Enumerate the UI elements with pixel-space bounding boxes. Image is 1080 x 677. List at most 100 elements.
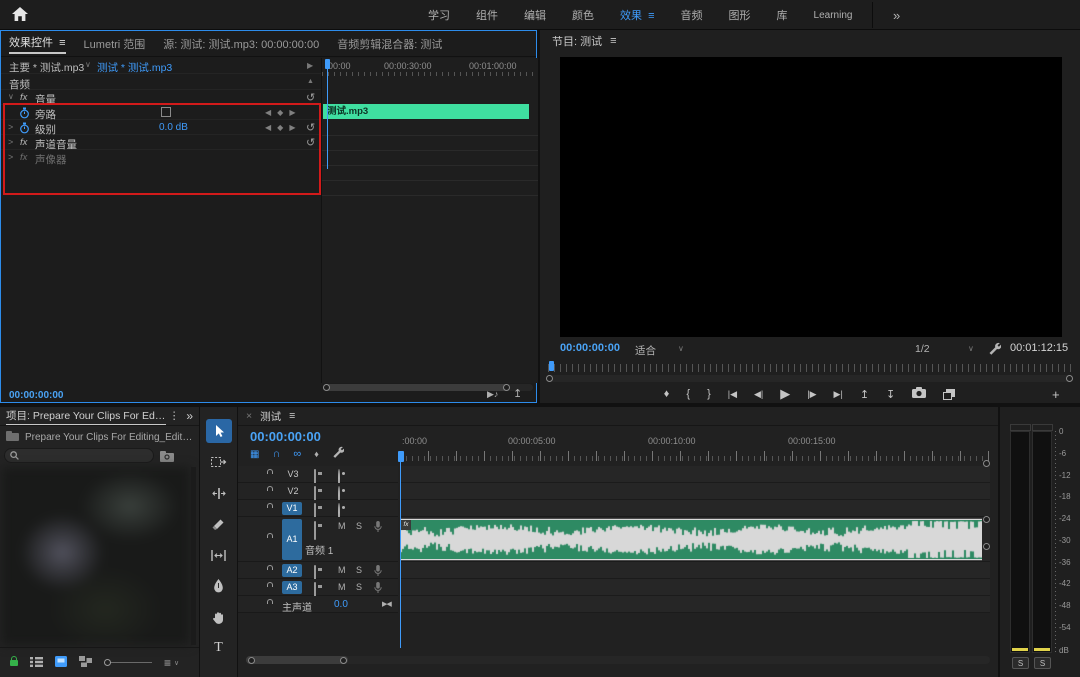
export-icon[interactable]: ↥ bbox=[513, 387, 522, 400]
sort-icon[interactable]: ≡ bbox=[164, 656, 171, 670]
kf-next-icon[interactable]: ▶ bbox=[289, 123, 301, 132]
tab-sequence[interactable]: 测试 bbox=[260, 409, 281, 424]
program-scroll-knob-right[interactable] bbox=[1066, 375, 1073, 382]
workspace-tab-assembly[interactable]: 组件 bbox=[476, 7, 498, 23]
button-editor-plus[interactable]: + bbox=[1052, 387, 1060, 402]
twirl-closed-icon[interactable]: > bbox=[8, 122, 13, 132]
voiceover-mic-icon[interactable] bbox=[374, 520, 382, 538]
mute-button[interactable]: M bbox=[338, 582, 346, 592]
workspace-tab-effects[interactable]: 效果 ≡ bbox=[620, 7, 655, 23]
audio-section-row[interactable]: 音频 ▲ bbox=[1, 76, 321, 91]
sort-control[interactable]: ≡ ∨ bbox=[164, 656, 179, 670]
kf-prev-icon[interactable]: ◀ bbox=[265, 108, 277, 117]
mark-out-icon[interactable]: } bbox=[707, 388, 711, 400]
linked-clip-link[interactable]: 测试 * 测试.mp3 bbox=[97, 60, 172, 75]
keyframe-nav[interactable]: ◀◆▶ bbox=[265, 108, 301, 117]
settings-wrench-icon[interactable] bbox=[988, 342, 1002, 360]
ripple-edit-tool[interactable] bbox=[206, 481, 232, 505]
ec-mini-clip[interactable]: 测试.mp3 bbox=[323, 104, 529, 119]
step-forward-icon[interactable]: |▶ bbox=[807, 389, 816, 400]
twirl-closed-icon[interactable]: > bbox=[8, 137, 13, 147]
kebab-icon[interactable]: ⋮ bbox=[169, 410, 180, 422]
ec-scroll-knob-left[interactable] bbox=[323, 384, 330, 391]
tab-audio-clip-mixer[interactable]: 音频剪辑混合器: 测试 bbox=[337, 36, 442, 52]
track-header-a3[interactable]: A3 M S bbox=[238, 579, 398, 601]
mute-button[interactable]: M bbox=[338, 521, 346, 531]
timeline-settings-wrench-icon[interactable] bbox=[332, 445, 345, 463]
close-tab-icon[interactable]: × bbox=[246, 410, 252, 422]
solo-button[interactable]: S bbox=[356, 565, 362, 575]
track-header-a2[interactable]: A2 M S bbox=[238, 562, 398, 584]
track-badge-a1[interactable]: A1 bbox=[282, 519, 302, 560]
timeline-hscrollbar-thumb[interactable] bbox=[246, 656, 348, 664]
level-param-row[interactable]: > 级别 0.0 dB ◀◆▶ ↺ bbox=[1, 121, 321, 137]
workspace-tab-color[interactable]: 颜色 bbox=[572, 7, 594, 23]
track-name-a1[interactable]: 音频 1 bbox=[305, 542, 333, 557]
master-clip-label[interactable]: 主要 * 测试.mp3 bbox=[9, 60, 84, 75]
timeline-scroll-knob-left[interactable] bbox=[248, 656, 255, 664]
meter-solo-right-button[interactable]: S bbox=[1034, 657, 1051, 669]
program-ruler[interactable] bbox=[548, 364, 1072, 372]
audio-clip-a1[interactable]: fx bbox=[400, 518, 982, 561]
track-header-a1[interactable]: A1 M S 音频 1 bbox=[238, 517, 398, 562]
tab-program[interactable]: 节目: 测试 bbox=[552, 33, 602, 49]
ec-ruler-ticks[interactable] bbox=[322, 72, 538, 76]
track-lane-v2[interactable] bbox=[400, 483, 990, 500]
workspace-tab-learn[interactable]: 学习 bbox=[428, 7, 450, 23]
master-volume-value[interactable]: 0.0 bbox=[334, 599, 348, 610]
step-back-icon[interactable]: ◀| bbox=[754, 389, 763, 400]
compare-view-icon[interactable] bbox=[943, 388, 956, 400]
track-select-forward-tool[interactable] bbox=[206, 450, 232, 474]
kf-add-icon[interactable]: ◆ bbox=[277, 108, 289, 117]
chevron-down-icon[interactable]: ∨ bbox=[85, 60, 91, 69]
workspace-tab-learning-en[interactable]: Learning bbox=[814, 10, 853, 21]
program-hscrollbar[interactable] bbox=[546, 375, 1073, 382]
mark-in-icon[interactable]: { bbox=[686, 388, 690, 400]
stopwatch-icon[interactable] bbox=[19, 107, 30, 122]
ec-hscrollbar-thumb[interactable] bbox=[323, 384, 509, 391]
track-height-knob[interactable] bbox=[983, 543, 990, 550]
lift-icon[interactable]: ↥ bbox=[860, 388, 869, 401]
panel-overflow-icon[interactable]: » bbox=[186, 409, 193, 423]
workspace-tab-audio[interactable]: 音频 bbox=[681, 7, 703, 23]
play-button-icon[interactable]: ▶ bbox=[780, 386, 790, 402]
kf-prev-icon[interactable]: ◀ bbox=[265, 123, 277, 132]
reset-icon[interactable]: ↺ bbox=[306, 136, 315, 149]
panel-menu-icon[interactable]: ≡ bbox=[59, 37, 65, 49]
solo-button[interactable]: S bbox=[356, 521, 362, 531]
timeline-ruler[interactable]: :00:00 00:00:05:00 00:00:10:00 00:00:15:… bbox=[400, 432, 990, 463]
kf-next-icon[interactable]: ▶ bbox=[289, 108, 301, 117]
home-icon[interactable] bbox=[12, 7, 28, 27]
razor-tool[interactable] bbox=[206, 512, 232, 536]
nest-insert-icon[interactable]: ▦ bbox=[250, 449, 259, 460]
track-header-v3[interactable]: V3 bbox=[238, 466, 398, 488]
track-badge-v1[interactable]: V1 bbox=[282, 502, 302, 515]
tab-source-monitor[interactable]: 源: 测试: 测试.mp3: 00:00:00:00 bbox=[163, 36, 319, 52]
twirl-open-icon[interactable]: ∨ bbox=[8, 92, 14, 101]
hand-tool[interactable] bbox=[206, 605, 232, 629]
kf-add-icon[interactable]: ◆ bbox=[277, 123, 289, 132]
zoom-slider-track[interactable] bbox=[104, 661, 152, 663]
track-badge-a3[interactable]: A3 bbox=[282, 581, 302, 594]
zoom-slider[interactable] bbox=[104, 658, 152, 668]
ec-hscrollbar-track[interactable] bbox=[323, 384, 533, 391]
collapse-icon[interactable]: ▲ bbox=[307, 78, 314, 85]
goto-in-icon[interactable]: |◀ bbox=[728, 389, 737, 400]
linked-selection-icon[interactable]: ∞ bbox=[293, 448, 301, 460]
track-header-v2[interactable]: V2 bbox=[238, 483, 398, 505]
export-frame-camera-icon[interactable] bbox=[912, 387, 927, 401]
reset-icon[interactable]: ↺ bbox=[306, 121, 315, 134]
snap-magnet-icon[interactable]: ∩ bbox=[272, 448, 280, 460]
goto-out-icon[interactable]: ▶| bbox=[834, 389, 843, 400]
stopwatch-icon[interactable] bbox=[19, 122, 30, 137]
selection-tool[interactable] bbox=[205, 419, 232, 443]
timeline-scroll-knob-right[interactable] bbox=[340, 656, 347, 664]
track-lane-v1[interactable] bbox=[400, 500, 990, 517]
chevron-right-icon[interactable]: ▶ bbox=[307, 61, 313, 70]
twirl-closed-icon[interactable]: > bbox=[8, 152, 13, 162]
play-audio-icon[interactable]: ▶♪ bbox=[487, 389, 498, 400]
workspace-tab-editing[interactable]: 编辑 bbox=[524, 7, 546, 23]
project-writable-lock-icon[interactable] bbox=[10, 655, 18, 666]
bypass-param-row[interactable]: 旁路 ◀◆▶ bbox=[1, 106, 321, 122]
fx-icon[interactable]: fx bbox=[20, 92, 27, 103]
